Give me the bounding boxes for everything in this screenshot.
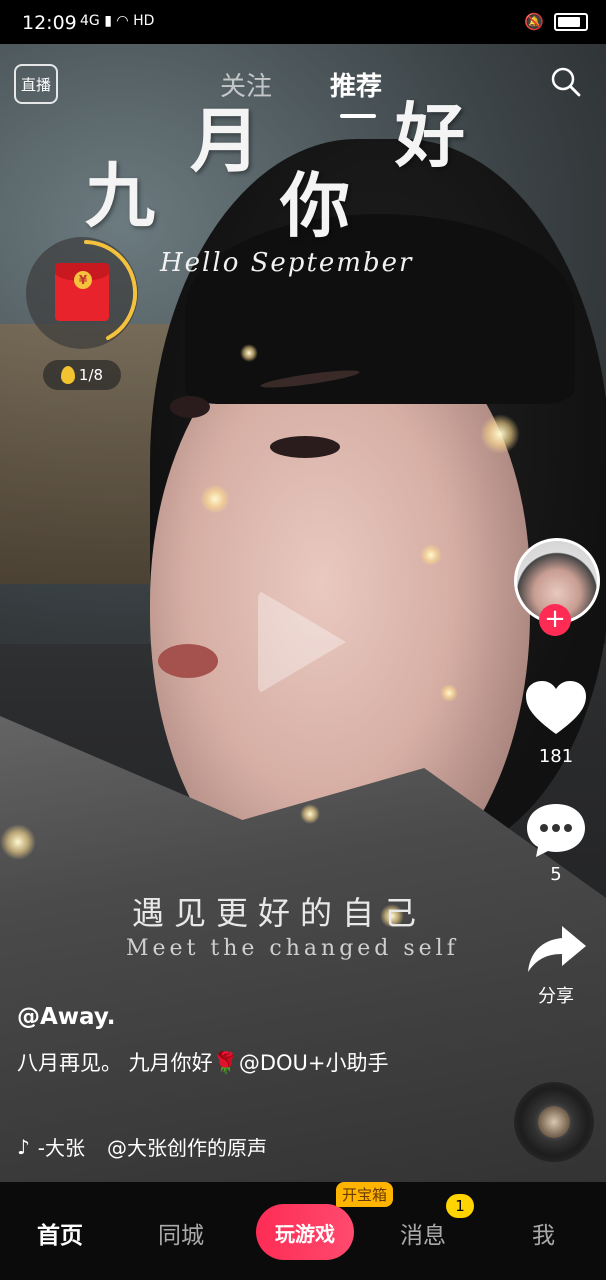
tab-follow[interactable]: 关注 xyxy=(220,66,272,103)
sparkle xyxy=(300,804,320,824)
nav-local[interactable]: 同城 xyxy=(158,1216,204,1250)
network-indicator: 4G ▮ ◠ HD xyxy=(80,13,154,29)
share-icon[interactable] xyxy=(524,922,588,978)
coin-icon: ¥ xyxy=(74,271,92,289)
title-char: 你 xyxy=(280,164,350,247)
hello-text: Hello September xyxy=(160,248,414,278)
play-icon[interactable] xyxy=(258,590,346,694)
music-info[interactable]: ♪ -大张 @大张创作的原声 xyxy=(17,1132,267,1161)
sparkle xyxy=(440,684,458,702)
red-packet-icon: ¥ xyxy=(55,263,109,321)
signal-icon: ▮ xyxy=(104,13,112,29)
live-button[interactable]: 直播 xyxy=(14,64,58,104)
title-char: 好 xyxy=(395,94,465,177)
egg-progress-text: 1/8 xyxy=(78,366,104,384)
video-eye xyxy=(170,396,210,418)
sparkle xyxy=(0,824,36,860)
comment-icon[interactable] xyxy=(524,802,588,858)
treasure-badge: 开宝箱 xyxy=(336,1182,394,1207)
live-label: 直播 xyxy=(20,75,51,94)
video-subject-bangs xyxy=(185,214,575,404)
video-eye xyxy=(270,436,340,458)
comment-count: 5 xyxy=(550,864,562,885)
music-note-icon: ♪ xyxy=(17,1134,30,1159)
author-name[interactable]: @Away. xyxy=(17,1004,115,1030)
title-char: 九 xyxy=(85,154,155,237)
egg-progress: 1/8 xyxy=(43,360,121,390)
share-label: 分享 xyxy=(538,986,574,1007)
app-root: 12:09 4G ▮ ◠ HD 🔕 九 月 你 好 Hello Septembe… xyxy=(0,0,606,1280)
music-prefix: -大张 xyxy=(37,1136,85,1160)
egg-icon xyxy=(60,366,75,384)
sparkle xyxy=(420,544,442,566)
bottom-nav: 首页 同城 玩游戏 开宝箱 消息 1 我 xyxy=(0,1182,606,1280)
battery-icon xyxy=(554,12,588,31)
status-right-icons: 🔕 xyxy=(524,12,588,31)
tab-active-indicator xyxy=(340,114,376,118)
music-disc-cover xyxy=(538,1106,570,1138)
follow-button[interactable]: + xyxy=(539,604,571,636)
search-icon[interactable] xyxy=(550,66,582,98)
like-count: 181 xyxy=(538,746,574,767)
nav-me[interactable]: 我 xyxy=(532,1216,555,1250)
sparkle xyxy=(200,484,230,514)
music-title: @大张创作的原声 xyxy=(106,1136,267,1160)
sparkle xyxy=(240,344,258,362)
wifi-icon: ◠ xyxy=(116,13,129,29)
status-time: 12:09 xyxy=(22,12,77,34)
network-label: 4G xyxy=(80,13,100,29)
status-bar: 12:09 4G ▮ ◠ HD 🔕 xyxy=(0,0,606,44)
video-lips xyxy=(158,644,218,678)
hd-label: HD xyxy=(133,13,155,29)
mute-icon: 🔕 xyxy=(524,12,544,31)
sparkle xyxy=(480,414,520,454)
nav-messages[interactable]: 消息 xyxy=(400,1216,446,1250)
message-badge: 1 xyxy=(446,1194,474,1218)
nav-home[interactable]: 首页 xyxy=(37,1216,83,1250)
play-game-label: 玩游戏 xyxy=(275,1221,335,1246)
video-subtitle-cn: 遇见更好的自己 xyxy=(132,894,427,932)
post-caption: 八月再见。 九月你好🌹@DOU+小助手 xyxy=(17,1051,389,1075)
video-subtitle-en: Meet the changed self xyxy=(126,936,459,961)
play-game-button[interactable]: 玩游戏 xyxy=(256,1204,354,1260)
tab-recommend[interactable]: 推荐 xyxy=(330,66,382,103)
heart-icon[interactable] xyxy=(524,680,588,736)
